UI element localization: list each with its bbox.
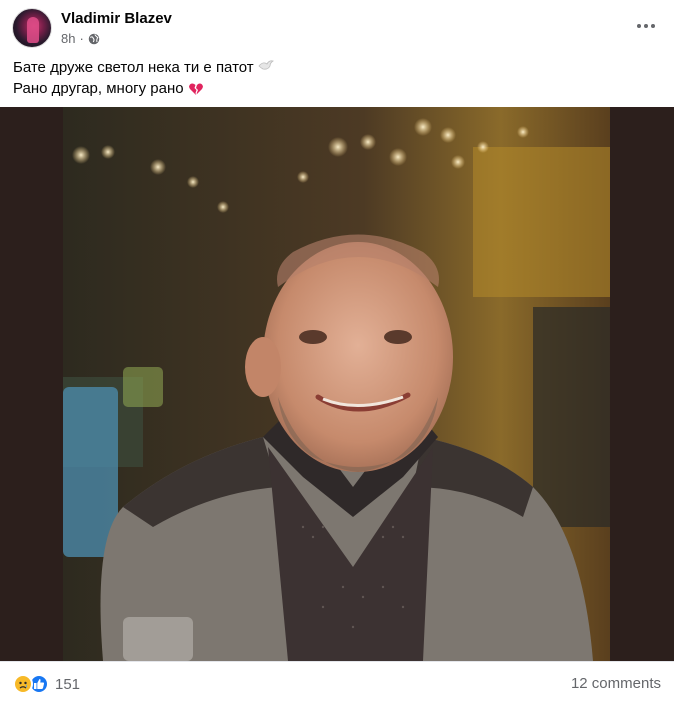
dove-icon bbox=[258, 57, 274, 78]
post-text: Бате друже светол нека ти е патот Рано д… bbox=[13, 57, 274, 99]
dot-icon bbox=[651, 24, 655, 28]
post-meta: 8h · bbox=[61, 31, 100, 46]
dot-icon bbox=[637, 24, 641, 28]
post-text-line: Бате друже светол нека ти е патот bbox=[13, 57, 274, 78]
broken-heart-icon bbox=[188, 82, 203, 95]
dot-icon bbox=[644, 24, 648, 28]
photo-image bbox=[63, 107, 610, 661]
author-name[interactable]: Vladimir Blazev bbox=[61, 10, 172, 27]
facebook-post: Vladimir Blazev 8h · Бате друже светол н… bbox=[0, 0, 674, 704]
avatar[interactable] bbox=[12, 8, 52, 48]
more-options-button[interactable] bbox=[632, 14, 660, 38]
post-footer: 151 12 comments bbox=[0, 661, 674, 704]
sad-reaction-icon bbox=[13, 674, 33, 694]
comments-count-link[interactable]: 12 comments bbox=[571, 675, 661, 692]
post-time[interactable]: 8h bbox=[61, 31, 75, 46]
post-header: Vladimir Blazev 8h · bbox=[12, 8, 662, 50]
post-photo[interactable] bbox=[0, 107, 674, 661]
reaction-count: 151 bbox=[55, 675, 81, 693]
reactions-summary[interactable]: 151 bbox=[13, 674, 80, 694]
globe-icon bbox=[88, 33, 100, 44]
post-text-line: Рано другар, многу рано bbox=[13, 78, 274, 99]
